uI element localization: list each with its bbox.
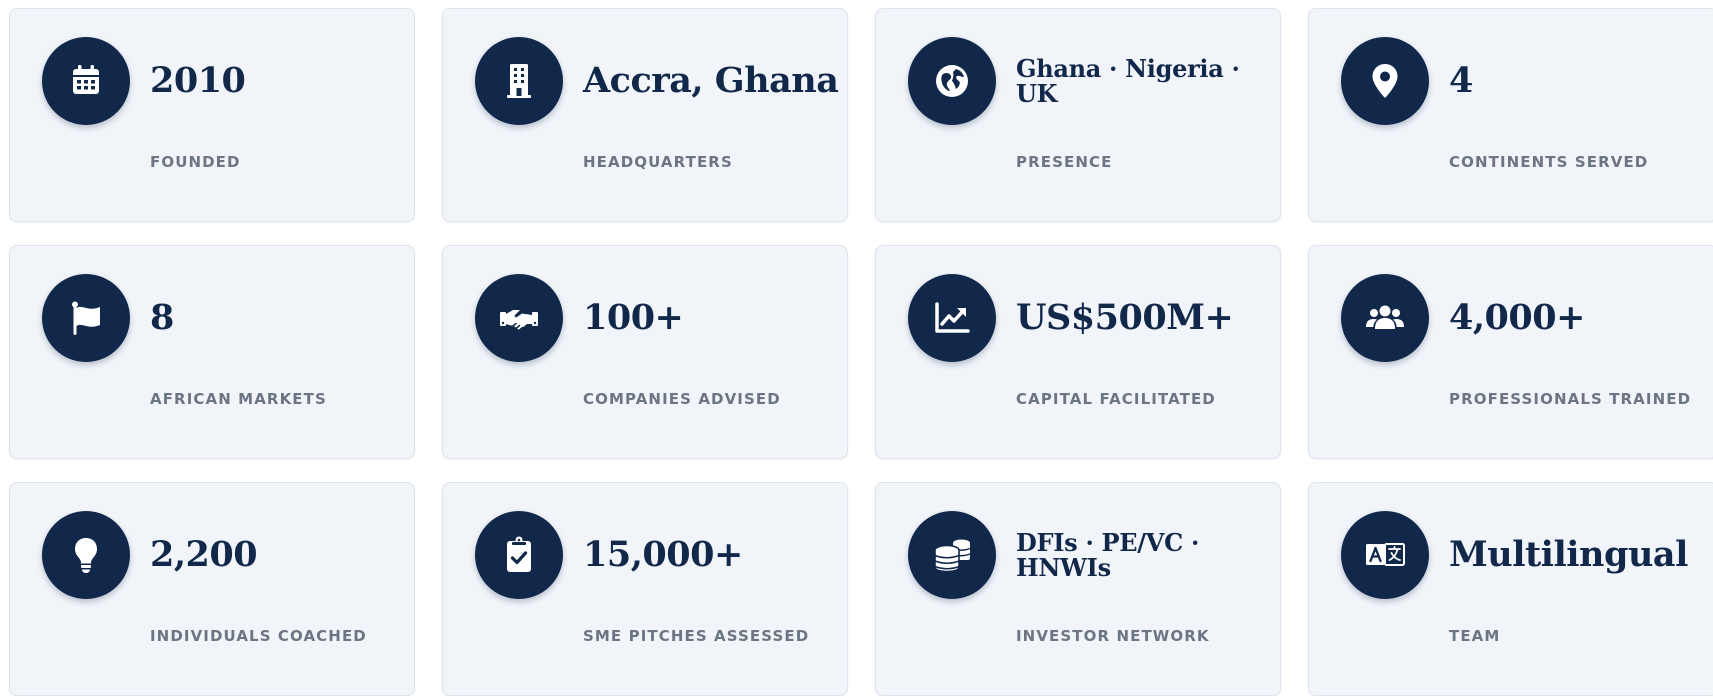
building-icon <box>475 37 563 125</box>
stat-label: PROFESSIONALS TRAINED <box>1449 390 1692 408</box>
stat-value: 4 <box>1449 59 1473 101</box>
stat-card-capital-facilitated: US$500M+ CAPITAL FACILITATED <box>875 245 1281 459</box>
stat-label: TEAM <box>1449 627 1501 645</box>
stat-label: SME PITCHES ASSESSED <box>583 627 810 645</box>
stat-value: 2,200 <box>150 533 258 575</box>
stat-value: DFIs · PE/VC · HNWIs <box>1016 527 1199 582</box>
stat-value: 15,000+ <box>583 533 743 575</box>
coins-icon <box>908 511 996 599</box>
globe-icon <box>908 37 996 125</box>
stat-card-african-markets: 8 AFRICAN MARKETS <box>9 245 415 459</box>
stat-card-continents: 4 CONTINENTS SERVED <box>1308 8 1713 222</box>
stat-label: CONTINENTS SERVED <box>1449 153 1649 171</box>
stat-card-individuals-coached: 2,200 INDIVIDUALS COACHED <box>9 482 415 696</box>
stat-card-team: Multilingual TEAM <box>1308 482 1713 696</box>
stat-card-presence: Ghana · Nigeria · UK PRESENCE <box>875 8 1281 222</box>
handshake-icon <box>475 274 563 362</box>
stat-card-headquarters: Accra, Ghana HEADQUARTERS <box>442 8 848 222</box>
stat-label: AFRICAN MARKETS <box>150 390 327 408</box>
stat-card-professionals-trained: 4,000+ PROFESSIONALS TRAINED <box>1308 245 1713 459</box>
stat-label: FOUNDED <box>150 153 241 171</box>
language-icon <box>1341 511 1429 599</box>
stat-card-founded: 2010 FOUNDED <box>9 8 415 222</box>
stat-value: 8 <box>150 296 174 338</box>
flag-icon <box>42 274 130 362</box>
stat-value: US$500M+ <box>1016 296 1234 338</box>
stat-label: HEADQUARTERS <box>583 153 733 171</box>
stat-label: INDIVIDUALS COACHED <box>150 627 367 645</box>
stat-label: PRESENCE <box>1016 153 1113 171</box>
stat-label: CAPITAL FACILITATED <box>1016 390 1216 408</box>
stat-value: 2010 <box>150 59 246 101</box>
stat-card-sme-pitches: 15,000+ SME PITCHES ASSESSED <box>442 482 848 696</box>
chart-line-icon <box>908 274 996 362</box>
calendar-icon <box>42 37 130 125</box>
stat-value: 100+ <box>583 296 684 338</box>
stat-value: Accra, Ghana <box>583 59 839 101</box>
stat-card-companies-advised: 100+ COMPANIES ADVISED <box>442 245 848 459</box>
stat-value: 4,000+ <box>1449 296 1585 338</box>
users-icon <box>1341 274 1429 362</box>
lightbulb-icon <box>42 511 130 599</box>
stat-value: Multilingual <box>1449 533 1688 575</box>
map-pin-icon <box>1341 37 1429 125</box>
stat-value: Ghana · Nigeria · UK <box>1016 53 1240 108</box>
stat-label: INVESTOR NETWORK <box>1016 627 1210 645</box>
clipboard-check-icon <box>475 511 563 599</box>
stat-label: COMPANIES ADVISED <box>583 390 781 408</box>
stat-card-investor-network: DFIs · PE/VC · HNWIs INVESTOR NETWORK <box>875 482 1281 696</box>
